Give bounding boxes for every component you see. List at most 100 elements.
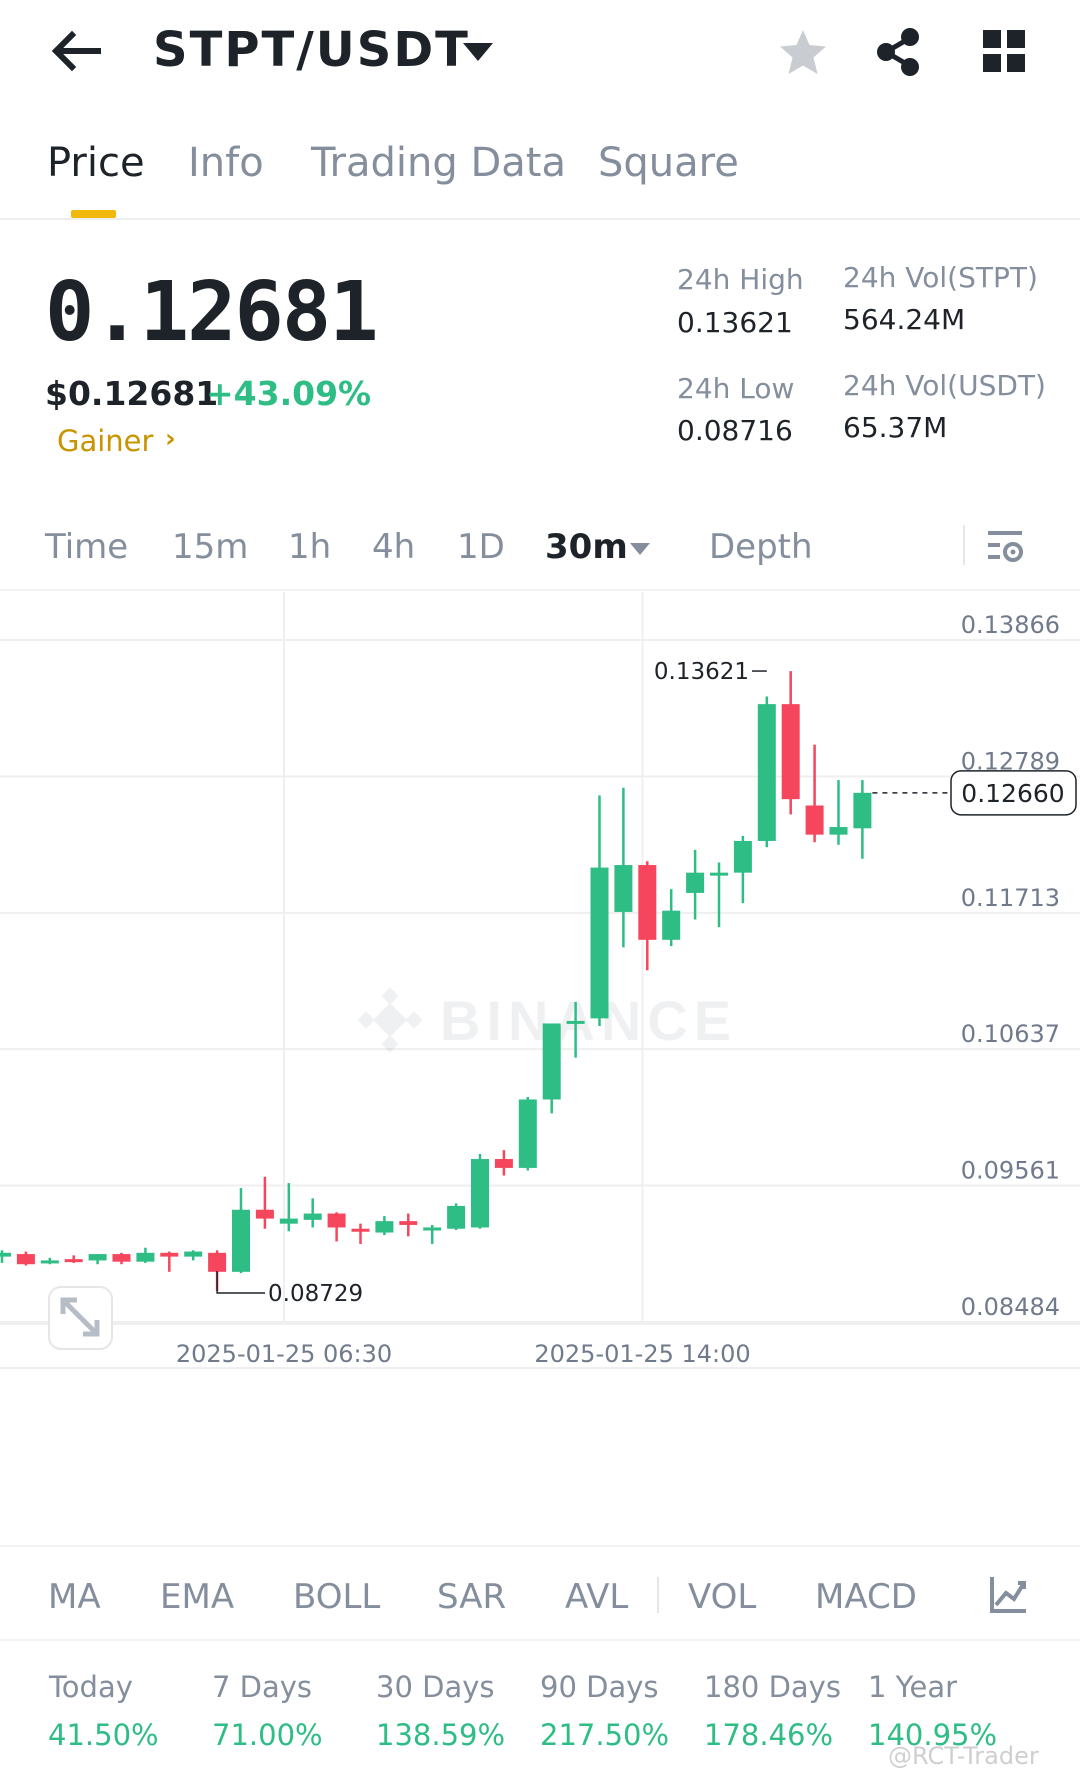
high-24h-label: 24h High bbox=[677, 263, 804, 296]
candle-body bbox=[375, 1221, 394, 1233]
y-tick-label: 0.08484 bbox=[961, 1293, 1060, 1321]
share-icon[interactable] bbox=[875, 28, 921, 76]
line-chart-icon[interactable] bbox=[988, 1575, 1028, 1615]
candle-body bbox=[40, 1260, 59, 1264]
candle-up bbox=[447, 1203, 466, 1231]
candle-up bbox=[853, 780, 872, 859]
tab-square[interactable]: Square bbox=[598, 140, 739, 186]
grid-icon[interactable] bbox=[983, 30, 1025, 72]
candle-body bbox=[829, 827, 848, 835]
chart-settings-icon[interactable] bbox=[986, 527, 1026, 567]
active-tab-indicator bbox=[71, 210, 116, 218]
back-arrow-icon[interactable] bbox=[48, 28, 104, 74]
candle-up bbox=[423, 1224, 442, 1244]
candle-down bbox=[16, 1251, 35, 1266]
candle-body bbox=[710, 872, 728, 876]
candle-body bbox=[16, 1254, 35, 1265]
candle-body bbox=[805, 805, 824, 835]
candle-down bbox=[351, 1223, 370, 1244]
perf-label-7d: 7 Days bbox=[212, 1670, 313, 1704]
credit-watermark: @RCT-Trader bbox=[888, 1742, 1039, 1770]
interval-30m-selected[interactable]: 30m bbox=[545, 527, 628, 567]
candle-up bbox=[590, 795, 609, 1026]
indicator-sar[interactable]: SAR bbox=[437, 1577, 506, 1617]
interval-4h[interactable]: 4h bbox=[372, 527, 415, 567]
candle-body bbox=[0, 1252, 11, 1257]
y-tick-label: 0.13866 bbox=[961, 611, 1060, 639]
candle-body bbox=[733, 840, 752, 873]
candle-body bbox=[494, 1159, 513, 1168]
candle-down bbox=[494, 1150, 513, 1176]
indicator-boll[interactable]: BOLL bbox=[293, 1577, 380, 1617]
candle-down bbox=[112, 1252, 131, 1265]
candle-up bbox=[471, 1153, 489, 1229]
perf-label-1y: 1 Year bbox=[868, 1670, 958, 1704]
indicator-macd[interactable]: MACD bbox=[815, 1577, 917, 1617]
low-24h-label: 24h Low bbox=[677, 372, 795, 405]
vol-base-value: 564.24M bbox=[843, 303, 966, 336]
candle-body bbox=[112, 1254, 131, 1262]
expand-chart-button[interactable] bbox=[48, 1286, 113, 1350]
indicator-vol[interactable]: VOL bbox=[688, 1577, 756, 1617]
candle-body bbox=[638, 865, 657, 940]
candle-down bbox=[327, 1212, 346, 1242]
header-bar: STPT/USDT bbox=[0, 0, 1080, 104]
perf-value-7d: 71.00% bbox=[212, 1718, 323, 1752]
candle-body bbox=[757, 704, 776, 841]
main-tabs: Price Info Trading Data Square bbox=[0, 130, 1080, 220]
low-24h-value: 0.08716 bbox=[677, 414, 793, 447]
candle-body bbox=[351, 1228, 370, 1232]
candle-body bbox=[614, 865, 633, 912]
tab-info[interactable]: Info bbox=[188, 140, 264, 186]
candle-body bbox=[566, 1020, 585, 1024]
interval-time[interactable]: Time bbox=[45, 527, 128, 567]
x-tick-label: 2025-01-25 06:30 bbox=[176, 1340, 392, 1368]
candle-down bbox=[160, 1251, 179, 1272]
candle-up bbox=[686, 849, 705, 920]
caret-down-icon[interactable] bbox=[629, 541, 651, 557]
interval-divider bbox=[963, 525, 965, 565]
candle-up bbox=[710, 862, 728, 928]
candle-body bbox=[232, 1209, 250, 1272]
candle-body bbox=[423, 1227, 442, 1231]
interval-1h[interactable]: 1h bbox=[288, 527, 331, 567]
last-price: 0.12681 bbox=[45, 265, 379, 360]
candle-body bbox=[279, 1218, 298, 1224]
interval-bar: Time 15m 1h 4h 1D 30m Depth bbox=[0, 515, 1080, 591]
x-tick-label: 2025-01-25 14:00 bbox=[534, 1340, 750, 1368]
candle-body bbox=[255, 1209, 274, 1219]
interval-1d[interactable]: 1D bbox=[457, 527, 505, 567]
chart-watermark: BINANCE bbox=[440, 989, 737, 1052]
candle-up bbox=[279, 1183, 298, 1232]
candle-up bbox=[0, 1250, 11, 1263]
indicator-avl[interactable]: AVL bbox=[565, 1577, 628, 1617]
interval-depth[interactable]: Depth bbox=[709, 527, 813, 567]
perf-label-today: Today bbox=[49, 1670, 133, 1704]
tab-price[interactable]: Price bbox=[47, 140, 145, 186]
candle-body bbox=[853, 792, 872, 829]
candle-body bbox=[64, 1259, 83, 1263]
chevron-right-icon[interactable]: › bbox=[165, 424, 176, 454]
binance-logo-icon bbox=[357, 987, 423, 1053]
candle-body bbox=[662, 910, 681, 940]
star-icon[interactable] bbox=[778, 28, 828, 76]
gainer-tag[interactable]: Gainer bbox=[57, 424, 153, 458]
y-tick-label: 0.10637 bbox=[961, 1020, 1060, 1048]
candle-body bbox=[781, 704, 800, 800]
candle-body bbox=[542, 1023, 561, 1100]
candle-body bbox=[399, 1221, 418, 1225]
candle-body bbox=[590, 867, 609, 1019]
vol-quote-value: 65.37M bbox=[843, 411, 948, 444]
caret-down-icon[interactable] bbox=[461, 40, 495, 64]
indicator-ema[interactable]: EMA bbox=[160, 1577, 234, 1617]
high-24h-value: 0.13621 bbox=[677, 306, 793, 339]
vol-quote-label: 24h Vol(USDT) bbox=[843, 369, 1046, 402]
candle-down bbox=[638, 861, 657, 971]
candle-body bbox=[518, 1099, 537, 1168]
pair-title[interactable]: STPT/USDT bbox=[153, 22, 470, 78]
indicator-ma[interactable]: MA bbox=[48, 1577, 101, 1617]
perf-label-90d: 90 Days bbox=[540, 1670, 659, 1704]
tab-trading-data[interactable]: Trading Data bbox=[311, 140, 566, 186]
interval-15m[interactable]: 15m bbox=[172, 527, 248, 567]
candlestick-chart[interactable]: BINANCE 0.138660.127890.117130.106370.09… bbox=[0, 592, 1080, 1500]
